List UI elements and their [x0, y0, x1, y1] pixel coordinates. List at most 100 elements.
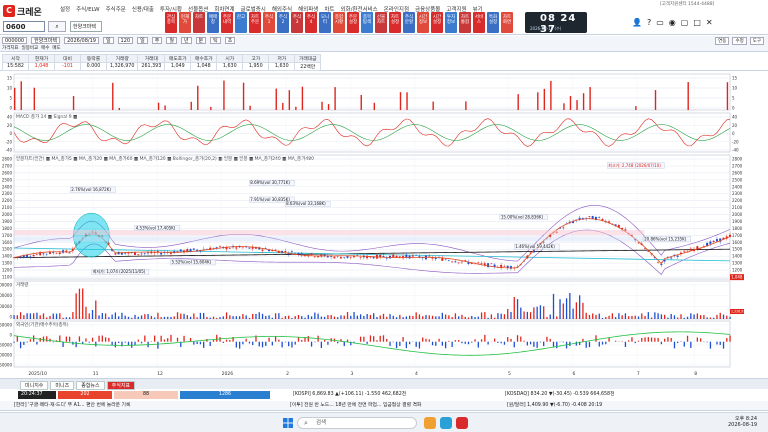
price-y-tick: 2400 — [732, 184, 743, 189]
camera-icon[interactable]: ◉ — [669, 18, 676, 27]
price-y-tick: 1400 — [2, 254, 13, 259]
top-bar — [275, 88, 277, 110]
toolbar-button[interactable]: 차트 설정 — [389, 12, 401, 33]
period-select[interactable]: 일 — [102, 37, 114, 44]
investor-bar — [261, 341, 264, 348]
menu-item[interactable]: 설정 — [60, 5, 70, 13]
toolbar-button[interactable]: 주식 분할 — [403, 12, 415, 33]
candle — [297, 252, 300, 254]
candle — [45, 253, 48, 255]
period-day[interactable]: 일 — [137, 37, 148, 44]
code-field[interactable]: 000000 — [2, 37, 28, 44]
date-field[interactable]: 2026/08/19 — [64, 37, 99, 44]
period-tick[interactable]: 틱 — [210, 37, 221, 44]
toolbar-button[interactable]: 관심 종목 — [165, 12, 177, 33]
windows-start-icon[interactable] — [283, 418, 293, 428]
toolbar-button[interactable]: 차트 — [193, 12, 205, 33]
maximize-icon[interactable]: □ — [693, 18, 701, 27]
sub-tab[interactable]: 매수 — [41, 45, 49, 51]
edit-button[interactable]: 수정 — [732, 37, 747, 45]
volume-bar — [552, 293, 555, 319]
window-icon[interactable]: ▢ — [681, 18, 689, 27]
quote-header: 등락률 — [80, 54, 107, 63]
period-year[interactable]: 년 — [180, 37, 192, 44]
volume-bar — [664, 314, 666, 319]
minimize-icon[interactable]: ▭ — [656, 18, 664, 27]
investor-bar — [480, 339, 483, 342]
investor-bar — [196, 341, 198, 344]
stock-chart[interactable]: MACD 종가 14 ■ Signal 9 ■ 일봉차트(일간) ■ MA_종가5… — [0, 72, 768, 377]
edge-icon[interactable] — [440, 417, 452, 429]
tab-mini[interactable]: 미니즈 — [50, 381, 75, 390]
investor-bar — [716, 341, 718, 345]
investor-bar — [343, 341, 345, 347]
toolbar-button[interactable]: 주문 설정 — [347, 12, 359, 33]
toolbar-button[interactable]: 주식 4 — [305, 12, 317, 33]
sub-tab[interactable]: 일봉비교 — [22, 45, 39, 51]
toolbar-button[interactable]: 주문 내역 — [221, 12, 233, 33]
toolbar-button[interactable]: 차트 주문 — [249, 12, 261, 33]
toolbar-button[interactable]: 매매 창 — [207, 12, 219, 33]
user-icon[interactable]: 👤 — [632, 18, 642, 27]
toolbar-button[interactable]: 차트 화면 — [501, 12, 513, 33]
toolbar-button[interactable]: 주식 3 — [291, 12, 303, 33]
top-bar — [301, 86, 304, 110]
toolbar-button[interactable]: 선물 차트 — [375, 12, 387, 33]
menu-item[interactable]: 신용/대출 — [132, 5, 154, 13]
investor-bar — [13, 341, 15, 343]
taskbar-search[interactable]: ⌕ 검색 — [297, 417, 417, 429]
search-icon[interactable]: ⌕ — [48, 21, 66, 32]
news-headline[interactable]: [한라] '구글·메타·재·드디' 뚜 A1... 편안 번에 놀라운 기록 — [14, 402, 130, 410]
toolbar-button[interactable]: 모니 터 — [319, 12, 331, 33]
toolbar-button[interactable]: 특화 설정 — [487, 12, 499, 33]
creon-icon[interactable] — [456, 417, 468, 429]
top-bar — [327, 104, 330, 110]
toolbar-button[interactable]: 주식 2 — [277, 12, 289, 33]
investor-bar — [252, 341, 254, 346]
period-month[interactable]: 월 — [166, 37, 177, 44]
volume-bar — [533, 307, 535, 319]
volume-bar — [206, 316, 208, 319]
period-second[interactable]: 초 — [224, 37, 236, 44]
top-bar — [288, 90, 291, 110]
quote-value: 1,048 — [190, 62, 218, 71]
toolbar-button[interactable]: 주식 1 — [263, 12, 275, 33]
sub-tab[interactable]: 매도 — [52, 45, 60, 51]
tab-mini-index[interactable]: 미니지수 — [20, 381, 49, 390]
candle — [248, 247, 251, 249]
toolbar-button[interactable]: 투자 정보 — [445, 12, 457, 33]
toolbar-button[interactable]: 잔고 — [235, 12, 247, 33]
stock-code-input[interactable]: 0600 — [3, 21, 45, 32]
toolbar-button[interactable]: 현재 가 — [179, 12, 191, 33]
tab-stock-indicator[interactable]: 주식지표 — [106, 381, 136, 390]
tab-news[interactable]: 종합뉴스 — [76, 381, 105, 390]
sub-tab[interactable]: 가격지표 — [2, 45, 19, 51]
file-explorer-icon[interactable] — [424, 417, 436, 429]
volume-bar — [497, 313, 499, 319]
toolbar-button[interactable]: 시간 정보 — [417, 12, 429, 33]
news-headline-2[interactable]: [이투] 전원 반 노드... 18년 만에 전면 파업... 임금협상 결렬 … — [290, 402, 421, 410]
close-icon[interactable]: ✕ — [706, 18, 713, 27]
tool-button[interactable]: 도구 — [749, 37, 764, 45]
menu-item[interactable]: 주식주문 — [106, 5, 126, 13]
period-week[interactable]: 주 — [151, 37, 163, 44]
ticker-up-count: 202 — [58, 391, 112, 399]
toolbar-button[interactable]: 차트 통합 — [459, 12, 471, 33]
period-minute[interactable]: 분 — [195, 37, 207, 44]
stock-name-field[interactable]: 한양크마텍 — [70, 21, 102, 32]
price-y-tick: 2100 — [732, 205, 743, 210]
link-button[interactable]: 연동 — [715, 37, 730, 45]
toolbar-button[interactable]: 종목 탐색 — [361, 12, 373, 33]
menu-item[interactable]: 주식/ELW — [76, 5, 99, 13]
top-y-tick: 5 — [9, 96, 12, 101]
toolbar-button[interactable]: 서비 스 — [473, 12, 485, 33]
toolbar-button[interactable]: 시간 설정 — [431, 12, 443, 33]
count-field[interactable]: 120 — [117, 37, 134, 44]
help-icon[interactable]: ? — [647, 18, 651, 27]
name-field[interactable]: 한양크마텍 — [31, 37, 61, 44]
investor-bar — [709, 341, 712, 349]
inv-y-tick: -100000 — [0, 353, 12, 358]
toolbar-button[interactable]: 종합 시황 — [333, 12, 345, 33]
top-bar — [563, 103, 565, 110]
investor-bar — [245, 338, 247, 342]
